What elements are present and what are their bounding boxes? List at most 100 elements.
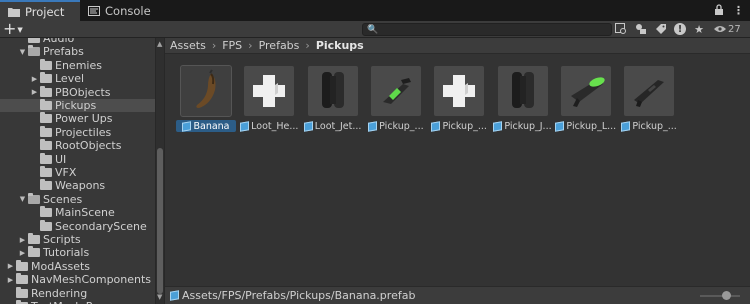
chevron-right-icon[interactable]: ▶ (18, 236, 27, 244)
tree-item[interactable]: ▼ Scenes (0, 192, 155, 206)
model-icon (182, 120, 192, 132)
tree-item-label: Scenes (43, 192, 83, 206)
asset-label: Pickup_L... (555, 120, 617, 132)
search-icon: 🔍 (367, 25, 379, 35)
tree-item[interactable]: ▶ Tutorials (0, 246, 155, 259)
chevron-down-icon[interactable]: ▼ (18, 48, 27, 56)
tree-item[interactable]: Rendering (0, 286, 155, 300)
chevron-right-icon[interactable]: ▶ (6, 276, 15, 284)
lock-icon[interactable] (714, 4, 724, 16)
chevron-down-icon: ▼ (17, 26, 23, 34)
folder-icon (40, 72, 52, 84)
tree-item[interactable]: Enemies (0, 58, 155, 72)
add-asset-button[interactable]: + ▼ (3, 21, 29, 37)
filter-by-type-icon[interactable] (634, 22, 648, 36)
breadcrumb-separator-icon: › (211, 39, 217, 52)
status-bar: Assets/FPS/Prefabs/Pickups/Banana.prefab (165, 286, 750, 304)
chevron-down-icon[interactable]: ▼ (18, 195, 27, 203)
warning-filter-icon[interactable]: ! (674, 23, 686, 35)
tree-item-label: SecondaryScene (55, 219, 147, 233)
favorite-star-icon[interactable]: ★ (692, 22, 706, 36)
tree-item-label: NavMeshComponents (31, 273, 152, 287)
breadcrumb-item[interactable]: Pickups (316, 39, 364, 52)
tree-item-label: Tutorials (43, 246, 90, 260)
tree-item[interactable]: Projectiles (0, 125, 155, 139)
asset-name: Pickup_L... (566, 120, 617, 132)
folder-icon (40, 99, 52, 110)
tree-item[interactable]: UI (0, 152, 155, 166)
asset-name: Loot_He... (251, 120, 299, 132)
tree-item[interactable]: ▶ ModAssets (0, 259, 155, 273)
asset-label: Banana (176, 120, 236, 132)
tree-item[interactable]: Pickups (0, 99, 155, 112)
folder-icon (28, 192, 40, 204)
breadcrumb-item[interactable]: Assets (170, 39, 206, 52)
breadcrumb-item[interactable]: FPS (222, 39, 242, 52)
filter-by-label-icon[interactable] (654, 22, 668, 36)
asset-label: Loot_Jet... (303, 120, 363, 132)
tree-item[interactable]: ▶ NavMeshComponents (0, 273, 155, 286)
banana-thumbnail (180, 65, 232, 117)
asset-tile[interactable]: Pickup_... (619, 66, 679, 132)
chevron-right-icon[interactable]: ▶ (6, 262, 15, 270)
hidden-packages-toggle[interactable]: 27 (714, 24, 741, 35)
hidden-packages-count: 27 (728, 23, 741, 35)
tab-console[interactable]: Console (80, 0, 160, 21)
prefab-icon (368, 120, 378, 132)
asset-name: Pickup_... (379, 120, 424, 132)
tab-console-label: Console (105, 3, 151, 18)
tree-item-label: MainScene (55, 206, 115, 220)
asset-tile[interactable]: Pickup_... (429, 66, 489, 132)
prefab-icon (240, 120, 250, 132)
tree-item[interactable]: VFX (0, 166, 155, 179)
scroll-up-arrow-icon[interactable]: ▲ (157, 40, 162, 48)
folder-icon (40, 125, 52, 137)
search-by-type-icon[interactable] (614, 22, 628, 36)
asset-tile[interactable]: Pickup_J... (493, 66, 553, 132)
folder-tree: Audio ▼ Prefabs Enemies ▶ Level ▶ PBObjects Pick… (0, 38, 155, 304)
tab-project[interactable]: Project (0, 0, 80, 21)
thumbnail-size-slider-knob[interactable] (722, 291, 731, 300)
prefab-icon (303, 120, 313, 132)
folder-icon (28, 38, 40, 43)
search-input[interactable]: 🔍 (362, 23, 612, 36)
chevron-right-icon[interactable]: ▶ (18, 249, 27, 257)
gun-green-thumbnail (370, 66, 421, 116)
tree-item[interactable]: ▶TextMesh Pro (0, 300, 155, 304)
window-tab-bar: Project Console ⋮ (0, 0, 750, 21)
tree-item[interactable]: SecondaryScene (0, 219, 155, 233)
asset-tile[interactable]: Banana (176, 65, 236, 132)
scroll-down-arrow-icon[interactable]: ▼ (157, 293, 162, 301)
folder-icon (40, 139, 52, 151)
jetpack-thumbnail (497, 66, 548, 116)
tree-item[interactable]: ▶ Level (0, 72, 155, 85)
tree-item[interactable]: MainScene (0, 206, 155, 219)
asset-name: Pickup_J... (504, 120, 552, 132)
asset-tile[interactable]: Loot_Jet... (303, 66, 363, 132)
tree-item-label: Power Ups (55, 112, 113, 126)
folder-icon (40, 219, 52, 231)
thumbnail-size-slider[interactable] (700, 295, 740, 297)
asset-label: Pickup_... (619, 120, 679, 132)
asset-tile[interactable]: Pickup_L... (555, 66, 617, 132)
tree-item-label: Weapons (55, 179, 106, 193)
tab-project-label: Project (25, 4, 65, 19)
tree-item[interactable]: ▶ PBObjects (0, 85, 155, 99)
tree-item[interactable]: ▼ Prefabs (0, 45, 155, 58)
breadcrumb-item[interactable]: Prefabs (259, 39, 300, 52)
chevron-right-icon[interactable]: ▶ (30, 88, 39, 96)
tree-item[interactable]: Power Ups (0, 112, 155, 125)
tree-scrollbar-thumb[interactable] (157, 148, 163, 294)
asset-tile[interactable]: Pickup_... (366, 66, 426, 132)
asset-tile[interactable]: Loot_He... (239, 66, 299, 132)
chevron-right-icon[interactable]: ▶ (30, 75, 39, 83)
tree-item[interactable]: Audio (0, 38, 155, 45)
tree-item[interactable]: RootObjects (0, 139, 155, 152)
tree-item-label: ModAssets (31, 259, 91, 273)
tree-item[interactable]: Weapons (0, 179, 155, 192)
breadcrumb: Assets › FPS › Prefabs › Pickups (165, 38, 750, 54)
tree-item[interactable]: ▶ Scripts (0, 233, 155, 246)
kebab-menu-icon[interactable]: ⋮ (733, 4, 744, 17)
prefab-icon (431, 120, 441, 132)
asset-name: Pickup_... (632, 120, 677, 132)
